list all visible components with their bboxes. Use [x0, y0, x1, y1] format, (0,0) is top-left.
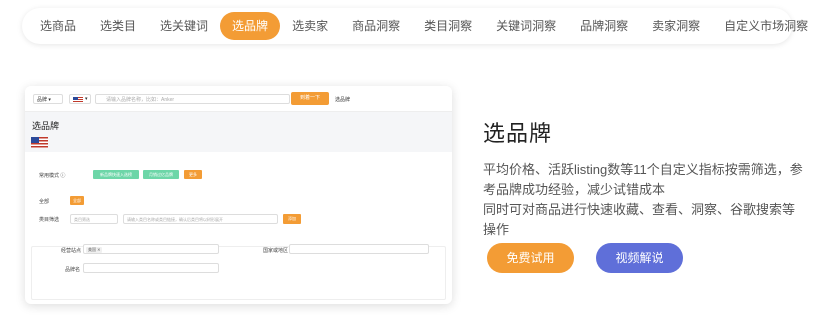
- free-trial-button[interactable]: 免费试用: [487, 243, 574, 273]
- screenshot-header-band: [25, 112, 452, 152]
- brand-name-input: [83, 263, 219, 273]
- screenshot-breadcrumb: 选品牌: [335, 97, 351, 103]
- nav-item-sellers[interactable]: 选卖家: [280, 12, 340, 40]
- nav-item-seller-insight[interactable]: 卖家洞察: [640, 12, 712, 40]
- category-input: 请输入类目名称或类目链接，确认后类目将以树形展开: [123, 214, 278, 224]
- quick-tag-2: 月销过亿品牌: [143, 170, 179, 179]
- feature-heading: 选品牌: [483, 121, 553, 146]
- all-label: 全部: [39, 199, 50, 205]
- us-flag-icon: [73, 97, 83, 103]
- nav-item-custom-market-insight[interactable]: 自定义市场洞察: [712, 12, 820, 40]
- quick-mode-label: 常用模式 ⓘ: [39, 173, 66, 179]
- site-select: [83, 244, 219, 254]
- brand-name-label: 品牌名: [65, 267, 81, 273]
- nav-item-categories[interactable]: 选类目: [88, 12, 148, 40]
- site-chip: 美国 ✕: [86, 247, 103, 253]
- video-explanation-button[interactable]: 视频解说: [596, 243, 683, 273]
- screenshot-search-button: 到着一下: [291, 92, 329, 105]
- nav-item-products[interactable]: 选商品: [28, 12, 88, 40]
- site-label: 经营站点: [61, 248, 82, 254]
- category-add-button: 添加: [283, 214, 301, 224]
- description-line: 平均价格、活跃listing数等11个自定义指标按需筛选，参: [483, 162, 803, 177]
- product-screenshot: 品牌 ▾ ▾ 请输入品牌名称，比如：Anker 到着一下 选品牌 选品牌 常用模…: [25, 86, 452, 304]
- nav-item-brand-insight[interactable]: 品牌洞察: [568, 12, 640, 40]
- description-line: 同时可对商品进行快速收藏、查看、洞察、谷歌搜索等操作: [483, 202, 796, 237]
- quick-tag-1: 新品牌快速入选榜: [93, 170, 139, 179]
- all-tag: 全部: [70, 196, 84, 205]
- top-nav: 选商品 选类目 选关键词 选品牌 选卖家 商品洞察 类目洞察 关键词洞察 品牌洞…: [22, 8, 808, 44]
- quick-tag-more: 更多: [184, 170, 202, 179]
- country-select: ▾: [69, 94, 91, 104]
- screenshot-title: 选品牌: [32, 121, 60, 131]
- nav-item-keyword-insight[interactable]: 关键词洞察: [484, 12, 568, 40]
- category-select: 类目筛选: [70, 214, 118, 224]
- country-region-select: [289, 244, 429, 254]
- nav-item-brands[interactable]: 选品牌: [220, 12, 281, 40]
- us-flag-icon: [31, 137, 48, 148]
- nav-item-product-insight[interactable]: 商品洞察: [340, 12, 412, 40]
- filter-panel: [31, 246, 446, 300]
- brand-select: 品牌 ▾: [33, 94, 63, 104]
- category-filter-label: 类目筛选: [39, 217, 60, 223]
- feature-description: 平均价格、活跃listing数等11个自定义指标按需筛选，参 考品牌成功经验，减…: [483, 160, 803, 240]
- nav-item-category-insight[interactable]: 类目洞察: [412, 12, 484, 40]
- nav-item-keywords[interactable]: 选关键词: [148, 12, 220, 40]
- screenshot-search-input: 请输入品牌名称，比如：Anker: [95, 94, 290, 104]
- country-region-label: 国家或地区: [263, 248, 289, 254]
- description-line: 考品牌成功经验，减少试错成本: [483, 182, 666, 197]
